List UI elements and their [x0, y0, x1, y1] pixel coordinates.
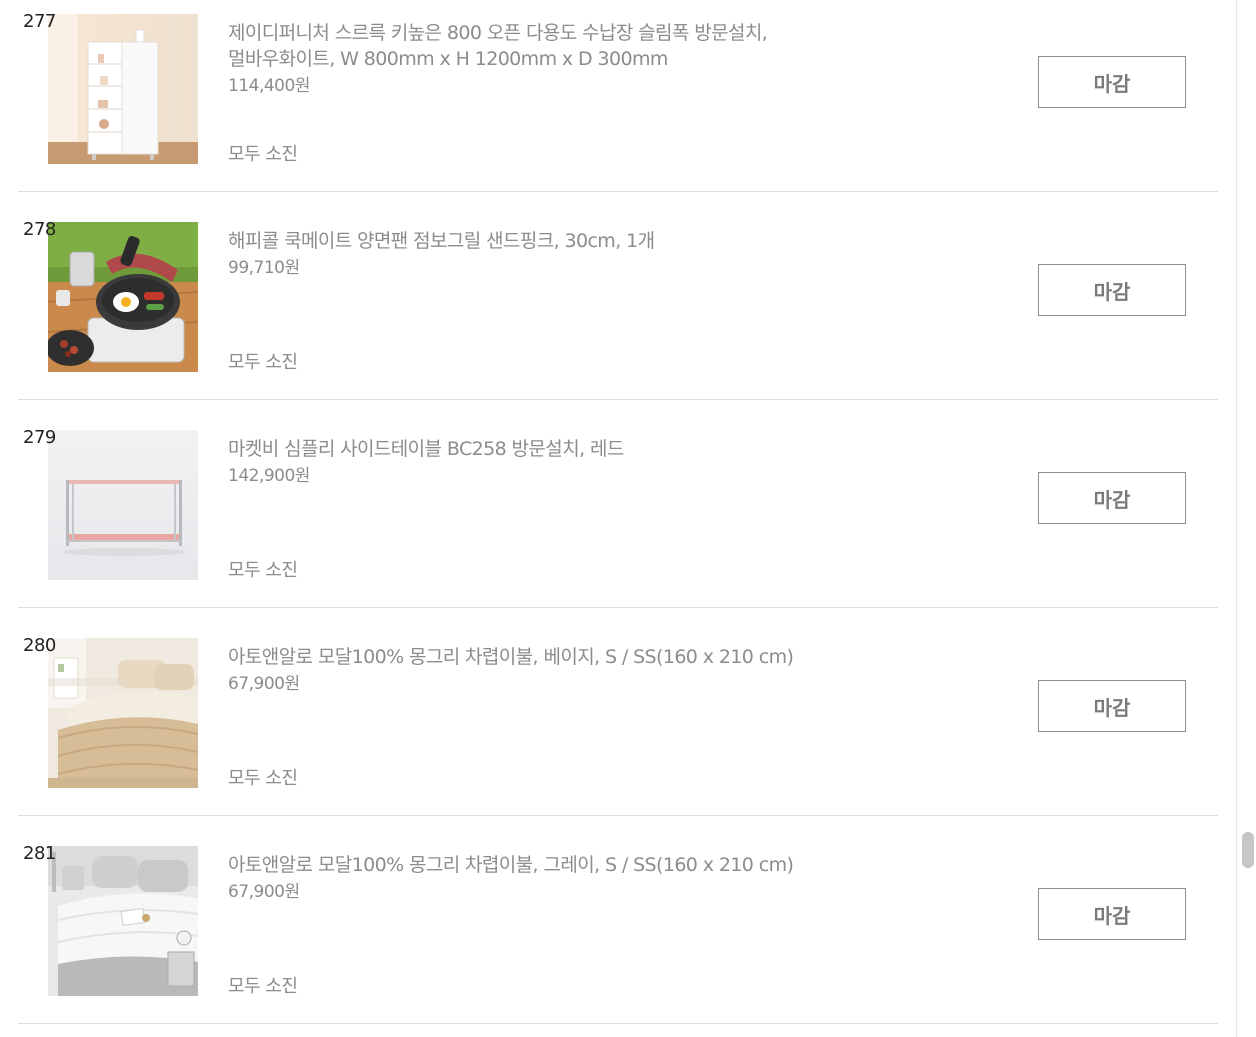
- product-title-line1: 아토앤알로 모달100% 몽그리 차렵이불, 그레이, S / SS(160 x…: [228, 854, 794, 876]
- closed-button[interactable]: 마감: [1038, 264, 1186, 316]
- product-title[interactable]: 아토앤알로 모달100% 몽그리 차렵이불, 베이지, S / SS(160 x…: [228, 644, 888, 670]
- product-info: 해피콜 쿡메이트 양면팬 점보그릴 샌드핑크, 30cm, 1개 99,710원: [228, 228, 888, 280]
- white-cabinet-image[interactable]: [48, 14, 198, 164]
- rank-number: 279: [23, 427, 56, 448]
- grill-pan-image[interactable]: [48, 222, 198, 372]
- rank-number: 278: [23, 219, 56, 240]
- list-item: 280 아토앤알로 모달100% 몽그리 차렵이불, 베이지, S / SS(1…: [18, 608, 1218, 816]
- closed-button[interactable]: 마감: [1038, 472, 1186, 524]
- product-info: 아토앤알로 모달100% 몽그리 차렵이불, 베이지, S / SS(160 x…: [228, 644, 888, 696]
- closed-button[interactable]: 마감: [1038, 888, 1186, 940]
- side-table-image[interactable]: [48, 430, 198, 580]
- rank-number: 281: [23, 843, 56, 864]
- product-price: 142,900원: [228, 466, 310, 486]
- product-title-line2: 멀바우화이트, W 800mm x H 1200mm x D 300mm: [228, 48, 668, 70]
- closed-button[interactable]: 마감: [1038, 56, 1186, 108]
- product-price: 99,710원: [228, 258, 300, 278]
- closed-button[interactable]: 마감: [1038, 680, 1186, 732]
- stock-status: 모두 소진: [228, 976, 298, 997]
- product-title-line1: 제이디퍼니처 스르륵 키높은 800 오픈 다용도 수납장 슬림폭 방문설치,: [228, 22, 768, 44]
- product-list-viewport: 277 제이디퍼니처 스르륵 키높은 800 오픈 다용도 수납장 슬림폭 방문…: [0, 0, 1236, 1037]
- product-info: 마켓비 심플리 사이드테이블 BC258 방문설치, 레드 142,900원: [228, 436, 888, 488]
- stock-status: 모두 소진: [228, 768, 298, 789]
- product-title[interactable]: 마켓비 심플리 사이드테이블 BC258 방문설치, 레드: [228, 436, 888, 462]
- product-list: 277 제이디퍼니처 스르륵 키높은 800 오픈 다용도 수납장 슬림폭 방문…: [18, 0, 1218, 1024]
- product-title[interactable]: 제이디퍼니처 스르륵 키높은 800 오픈 다용도 수납장 슬림폭 방문설치, …: [228, 20, 888, 72]
- product-price: 67,900원: [228, 882, 300, 902]
- rank-number: 280: [23, 635, 56, 656]
- list-item: 277 제이디퍼니처 스르륵 키높은 800 오픈 다용도 수납장 슬림폭 방문…: [18, 0, 1218, 192]
- beige-bedding-image[interactable]: [48, 638, 198, 788]
- product-title-line1: 아토앤알로 모달100% 몽그리 차렵이불, 베이지, S / SS(160 x…: [228, 646, 794, 668]
- list-item: 279 마켓비 심플리 사이드테이블 BC258 방문설치, 레드 142,90…: [18, 400, 1218, 608]
- scrollbar-thumb[interactable]: [1242, 832, 1254, 868]
- list-item: 281 아토앤알로 모달100% 몽그리 차렵이불, 그레이, S / SS(1…: [18, 816, 1218, 1024]
- product-info: 아토앤알로 모달100% 몽그리 차렵이불, 그레이, S / SS(160 x…: [228, 852, 888, 904]
- product-title[interactable]: 해피콜 쿡메이트 양면팬 점보그릴 샌드핑크, 30cm, 1개: [228, 228, 888, 254]
- gray-bedding-image[interactable]: [48, 846, 198, 996]
- product-price: 114,400원: [228, 76, 310, 96]
- stock-status: 모두 소진: [228, 144, 298, 165]
- product-title-line1: 해피콜 쿡메이트 양면팬 점보그릴 샌드핑크, 30cm, 1개: [228, 230, 655, 252]
- product-title-line1: 마켓비 심플리 사이드테이블 BC258 방문설치, 레드: [228, 438, 624, 460]
- vertical-scrollbar[interactable]: [1236, 0, 1256, 1037]
- product-info: 제이디퍼니처 스르륵 키높은 800 오픈 다용도 수납장 슬림폭 방문설치, …: [228, 20, 888, 98]
- rank-number: 277: [23, 11, 56, 32]
- product-price: 67,900원: [228, 674, 300, 694]
- stock-status: 모두 소진: [228, 560, 298, 581]
- stock-status: 모두 소진: [228, 352, 298, 373]
- list-item: 278 해피콜 쿡메이트 양면팬 점보그릴 샌드핑크, 30cm, 1개 99,…: [18, 192, 1218, 400]
- product-title[interactable]: 아토앤알로 모달100% 몽그리 차렵이불, 그레이, S / SS(160 x…: [228, 852, 888, 878]
